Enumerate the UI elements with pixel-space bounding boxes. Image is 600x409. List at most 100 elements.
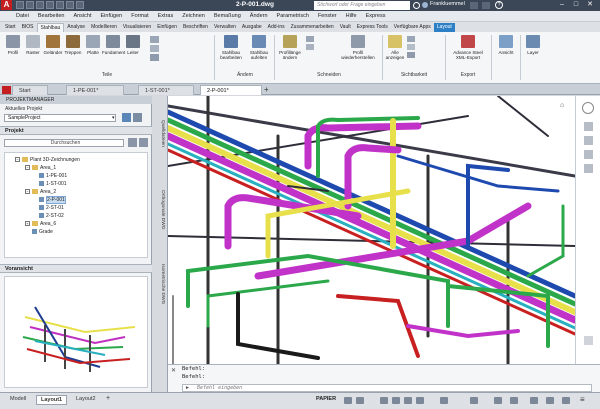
save-icon[interactable]	[36, 1, 44, 9]
tree-item[interactable]: 2-ST-02	[5, 213, 147, 220]
menu-item-fenster[interactable]: Fenster	[318, 13, 337, 19]
tool-icon[interactable]	[407, 52, 415, 58]
menu-item-zeichnen[interactable]: Zeichnen	[182, 13, 205, 19]
tree-item[interactable]: − Area_2	[5, 189, 147, 196]
tree-item[interactable]: 1-ST-001	[5, 181, 147, 188]
osnap-icon[interactable]	[404, 397, 412, 404]
chevron-down-icon[interactable]: ▾	[112, 115, 115, 121]
tab-express-tools[interactable]: Express Tools	[354, 23, 391, 32]
orbit-icon[interactable]	[584, 150, 593, 159]
layout-tab-layout2[interactable]: Layout2	[72, 395, 100, 403]
search-icon[interactable]	[413, 2, 420, 9]
file-tab-start[interactable]: Start	[12, 85, 48, 95]
tree-item[interactable]: − Plant 3D-Zeichnungen	[5, 157, 147, 164]
current-project-select[interactable]: SampleProject	[4, 114, 116, 122]
collapse-icon[interactable]: −	[15, 157, 20, 163]
menu-item-express[interactable]: Express	[366, 13, 386, 19]
menu-item-aendern[interactable]: Ändern	[250, 13, 268, 19]
tool-icon[interactable]	[150, 54, 159, 61]
drawing-viewport[interactable]: ⌂	[168, 96, 575, 364]
profillaenge-aendern-button[interactable]: Profillänge ändern	[277, 35, 303, 60]
menu-item-hilfe[interactable]: Hilfe	[346, 13, 357, 19]
ansicht-button[interactable]: Ansicht	[494, 35, 518, 55]
tab-stahlbau[interactable]: Stahlbau	[36, 23, 65, 32]
ortho-icon[interactable]	[380, 397, 388, 404]
file-tab-2-p-001[interactable]: 2-P-001*	[200, 85, 262, 95]
tab-analyse[interactable]: Analyse	[64, 23, 88, 32]
tab-beschriften[interactable]: Beschriften	[180, 23, 211, 32]
layer-button[interactable]: Layer	[522, 35, 544, 55]
pan-icon[interactable]	[584, 122, 593, 131]
close-icon[interactable]: ✕	[171, 367, 176, 374]
tool-icon[interactable]	[306, 44, 314, 50]
cart-icon[interactable]	[470, 2, 478, 9]
properties-icon[interactable]	[133, 113, 142, 122]
tree-item[interactable]: 1-PE-001	[5, 173, 147, 180]
lineweight-icon[interactable]	[440, 397, 448, 404]
menu-item-ansicht[interactable]: Ansicht	[73, 13, 91, 19]
tool-icon[interactable]	[407, 36, 415, 42]
app-menu-icon[interactable]	[2, 86, 11, 94]
tree-item-selected[interactable]: 2-P-001	[5, 196, 147, 204]
viewcube-icon[interactable]: ⌂	[560, 102, 564, 109]
menu-item-datei[interactable]: Datei	[16, 13, 29, 19]
layout-tab-layout1[interactable]: Layout1	[36, 395, 68, 405]
tab-ausgabe[interactable]: Ausgabe	[239, 23, 265, 32]
layout-tab-modell[interactable]: Modell	[6, 395, 30, 403]
workspace-icon[interactable]	[494, 397, 502, 404]
tab-modellieren[interactable]: Modellieren	[88, 23, 120, 32]
print-icon[interactable]	[56, 1, 64, 9]
menu-item-parametrisch[interactable]: Parametrisch	[277, 13, 309, 19]
stahlbau-aufelten-button[interactable]: Stahlbau aufelten	[246, 35, 272, 60]
search-input[interactable]: Durchsuchen	[4, 139, 124, 147]
print-icon[interactable]	[122, 113, 131, 122]
grid-icon[interactable]	[344, 397, 352, 404]
polar-icon[interactable]	[392, 397, 400, 404]
tab-visualisieren[interactable]: Visualisieren	[120, 23, 154, 32]
new-icon[interactable]	[16, 1, 24, 9]
tool-icon[interactable]	[306, 36, 314, 42]
tab-bios[interactable]: BIOS	[19, 23, 37, 32]
annotation-icon[interactable]	[470, 397, 478, 404]
open-icon[interactable]	[26, 1, 34, 9]
paper-space-toggle[interactable]: PAPIER	[316, 396, 336, 402]
zoom-icon[interactable]	[584, 136, 593, 145]
tab-vault[interactable]: Vault	[337, 23, 354, 32]
tree-item[interactable]: Grade	[5, 229, 147, 236]
collapse-icon[interactable]: −	[25, 189, 30, 195]
vtab-orthogonale-dwg[interactable]: Orthogonale DWG	[155, 190, 165, 229]
leiter-button[interactable]: Leiter	[122, 35, 144, 55]
isolate-icon[interactable]	[530, 397, 538, 404]
tab-zusammenarbeiten[interactable]: Zusammenarbeiten	[288, 23, 337, 32]
advance-steel-export-button[interactable]: Advance Steel XML-Export	[448, 35, 488, 60]
tree-item[interactable]: 2-ST-01	[5, 205, 147, 212]
treppen-button[interactable]: Treppen	[62, 35, 84, 55]
alle-anzeigen-button[interactable]: Alle anzeigen	[385, 35, 405, 60]
tool-icon[interactable]	[407, 44, 415, 50]
hardware-accel-icon[interactable]	[546, 397, 554, 404]
otrack-icon[interactable]	[416, 397, 424, 404]
vtab-isometrische-dwg[interactable]: Isometrische DWG	[155, 264, 165, 304]
exchange-icon[interactable]	[482, 2, 490, 9]
settings-icon[interactable]	[139, 138, 148, 147]
add-layout-icon[interactable]: +	[106, 395, 110, 402]
redo-icon[interactable]	[76, 1, 84, 9]
refresh-icon[interactable]	[128, 138, 137, 147]
tab-einfuegen[interactable]: Einfügen	[154, 23, 180, 32]
tab-layout[interactable]: Layout	[433, 23, 455, 32]
gelaender-button[interactable]: Geländer	[42, 35, 64, 55]
saveas-icon[interactable]	[46, 1, 54, 9]
menu-item-bearbeiten[interactable]: Bearbeiten	[38, 13, 65, 19]
steering-wheel-icon[interactable]	[582, 102, 594, 114]
menu-item-extras[interactable]: Extras	[158, 13, 174, 19]
platte-button[interactable]: Platte	[82, 35, 104, 55]
menu-item-einfuegen[interactable]: Einfügen	[101, 13, 123, 19]
showmotion-icon[interactable]	[584, 164, 593, 173]
customize-icon[interactable]: ≡	[580, 395, 585, 404]
autocad-logo-icon[interactable]: A	[1, 0, 12, 10]
user-name[interactable]: Frankluemmel	[430, 1, 465, 7]
close-icon[interactable]: ✕	[584, 0, 596, 10]
tree-item[interactable]: − Area_1	[5, 165, 147, 172]
vtab-quelldateien[interactable]: Quelldateien	[155, 120, 165, 147]
help-icon[interactable]: ?	[495, 1, 503, 9]
